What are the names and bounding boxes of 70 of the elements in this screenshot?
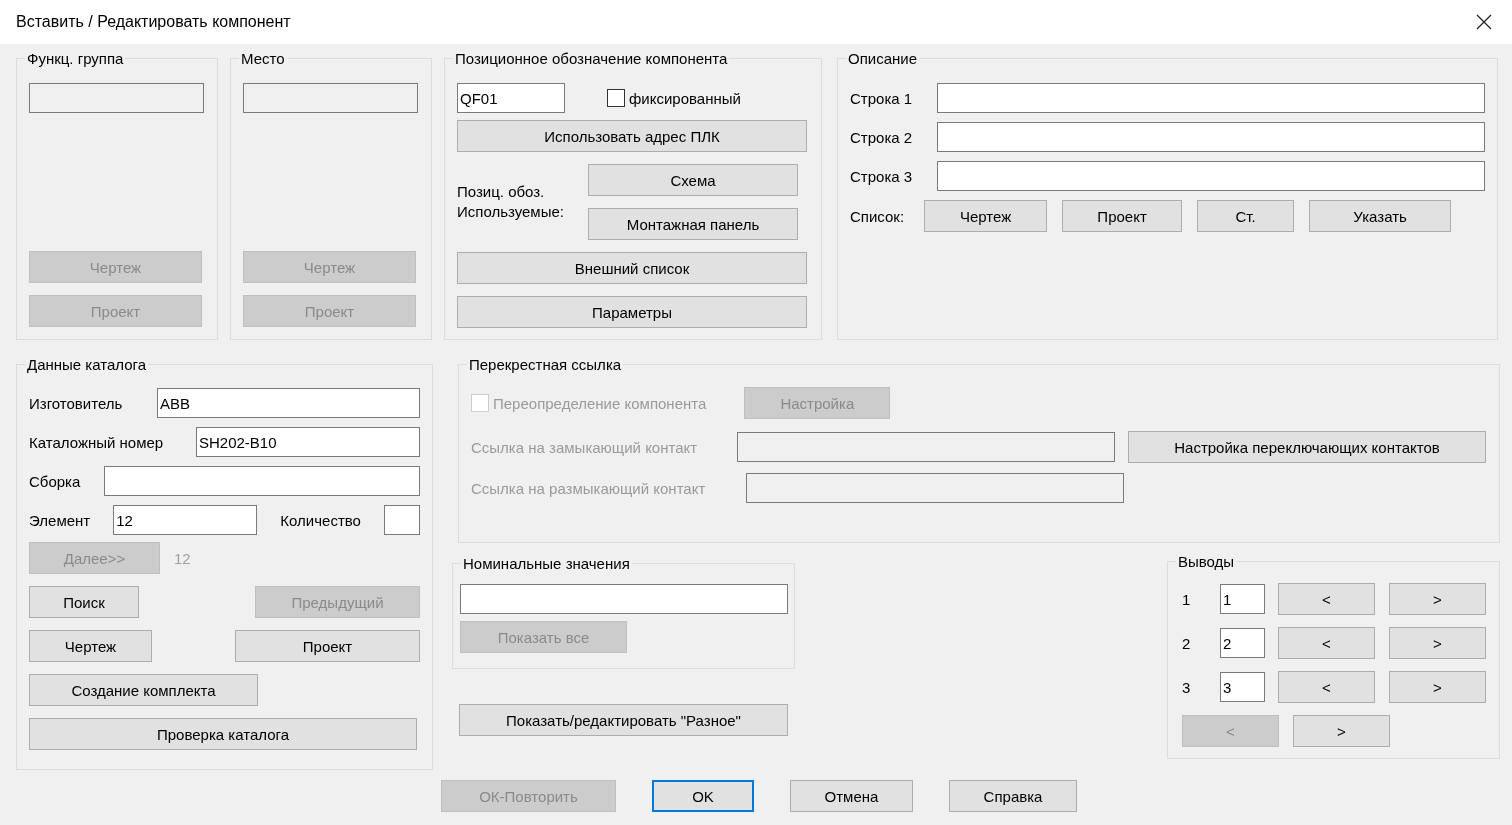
field-label: Каталожный номер (29, 433, 164, 451)
create-kit-button[interactable]: Создание комплекта (29, 674, 258, 706)
pin-field[interactable]: 1 (1220, 584, 1265, 614)
move-right-button[interactable]: > (1389, 583, 1486, 615)
group-title: Описание (847, 50, 919, 67)
move-left-button[interactable]: < (1278, 583, 1375, 615)
group-title: Выводы (1177, 553, 1236, 570)
switch-contacts-button[interactable]: Настройка переключающих контактов (1128, 431, 1486, 463)
text-field[interactable] (937, 161, 1485, 191)
field-label: Количество (280, 511, 361, 529)
field-label: Список: (850, 207, 905, 225)
dialog-button[interactable]: OK (652, 780, 754, 812)
text-field[interactable] (746, 473, 1124, 503)
text-field[interactable] (384, 505, 420, 535)
pin-number: 1 (1182, 590, 1192, 608)
tag-field[interactable]: QF01 (457, 83, 565, 113)
next-button[interactable]: > (1293, 715, 1390, 747)
text-field[interactable] (937, 122, 1485, 152)
close-icon[interactable] (1476, 14, 1492, 30)
list-button[interactable]: Проект (1062, 200, 1183, 232)
field-label: Строка 1 (850, 89, 913, 107)
move-right-button[interactable]: > (1389, 627, 1486, 659)
dialog-button[interactable]: Справка (949, 780, 1077, 812)
group-title: Функц. группа (26, 50, 125, 67)
parameters-button[interactable]: Параметры (457, 296, 807, 328)
field-label: Сборка (29, 472, 81, 490)
list-button[interactable]: Чертеж (924, 200, 1048, 232)
group-title: Позиционное обозначение компонента (454, 50, 729, 67)
group-title: Перекрестная ссылка (468, 356, 623, 373)
schematic-button[interactable]: Схема (588, 164, 798, 196)
pin-number: 3 (1182, 678, 1192, 696)
used-tags-label: Позиц. обоз. Используемые: (457, 182, 565, 222)
move-right-button[interactable]: > (1389, 671, 1486, 703)
group-title: Место (240, 50, 286, 67)
text-field[interactable] (937, 83, 1485, 113)
text-field[interactable]: ABB (157, 388, 420, 418)
group-title: Номинальные значения (462, 555, 631, 572)
text-field[interactable]: SH202-B10 (196, 427, 420, 457)
checkbox-label: фиксированный (629, 89, 741, 107)
pin-field[interactable]: 2 (1220, 628, 1265, 658)
count-label: 12 (174, 549, 191, 567)
text-field[interactable] (460, 584, 788, 614)
checkbox[interactable] (607, 89, 625, 107)
window-title: Вставить / Редактировать компонент (16, 13, 291, 31)
field-label: Строка 2 (850, 128, 913, 146)
external-list-button[interactable]: Внешний список (457, 252, 807, 284)
field-label: Строка 3 (850, 167, 913, 185)
move-left-button[interactable]: < (1278, 627, 1375, 659)
move-left-button[interactable]: < (1278, 671, 1375, 703)
drawing-button[interactable]: Чертеж (29, 630, 152, 662)
misc-button[interactable]: Показать/редактировать "Разное" (459, 704, 788, 736)
field-label: Ссылка на замыкающий контакт (471, 438, 699, 456)
text-field[interactable]: 12 (113, 505, 258, 535)
field-label: Ссылка на размыкающий контакт (471, 479, 707, 497)
dialog-button[interactable]: Отмена (790, 780, 913, 812)
text-field[interactable] (737, 432, 1115, 462)
list-button[interactable]: Ст. (1197, 200, 1295, 232)
search-button[interactable]: Поиск (29, 586, 139, 618)
project-button[interactable]: Проект (235, 630, 420, 662)
check-catalog-button[interactable]: Проверка каталога (29, 718, 417, 750)
pin-field[interactable]: 3 (1220, 672, 1265, 702)
pin-number: 2 (1182, 634, 1192, 652)
group-title: Данные каталога (26, 356, 148, 373)
checkbox-label: Переопределение компонента (493, 394, 707, 412)
text-field[interactable] (104, 466, 420, 496)
field-label: Элемент (29, 511, 91, 529)
plc-address-button[interactable]: Использовать адрес ПЛК (457, 120, 807, 152)
panel-button[interactable]: Монтажная панель (588, 208, 798, 240)
list-button[interactable]: Указать (1309, 200, 1452, 232)
field-label: Изготовитель (29, 394, 123, 412)
